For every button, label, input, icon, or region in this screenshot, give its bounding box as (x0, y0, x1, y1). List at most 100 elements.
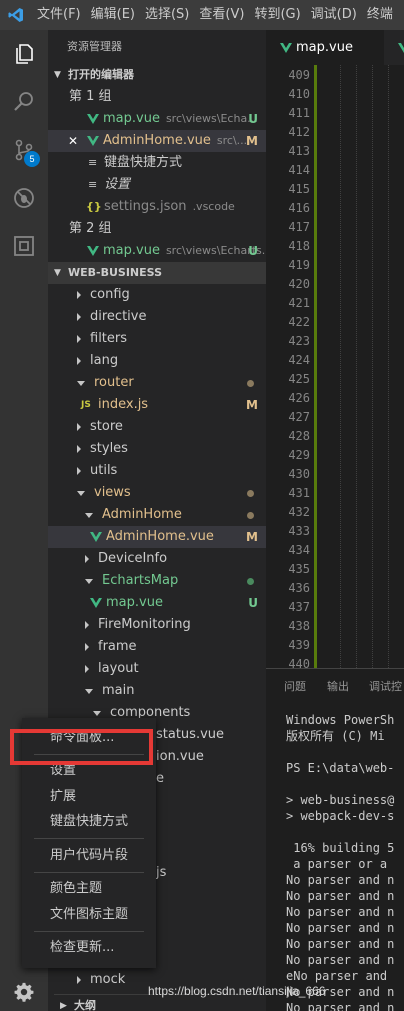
file-name: AdminHome.vue (103, 133, 211, 148)
terminal-line: No parser and n (286, 937, 395, 951)
tree-label: frame (98, 639, 137, 654)
workspace-header[interactable]: ▼ WEB-BUSINESS (48, 262, 266, 284)
terminal-line: No parser and n (286, 1001, 395, 1011)
line-number: 429 (288, 448, 310, 462)
line-number: 440 (288, 657, 310, 668)
tree-file-index-js[interactable]: JS index.js M (48, 394, 266, 416)
tree-folder-deviceinfo[interactable]: DeviceInfo (48, 548, 266, 570)
watermark-text: https://blog.csdn.net/tiansijia_666 (148, 984, 326, 998)
menu-debug[interactable]: 调试(D) (306, 0, 362, 30)
menu-terminal[interactable]: 终端 (362, 0, 398, 30)
chevron-right-icon (77, 291, 81, 299)
tree-label: filters (90, 331, 128, 346)
tab-next[interactable] (388, 30, 404, 65)
tab-debug-console[interactable]: 调试控 (369, 678, 402, 694)
line-number: 410 (288, 87, 310, 101)
line-number: 426 (288, 391, 310, 405)
menu-item-check-updates[interactable]: 检查更新... (22, 935, 156, 961)
open-editor-settings[interactable]: ≡ 设置 (48, 174, 266, 196)
modified-dot (247, 490, 254, 497)
tree-folder-utils[interactable]: utils (48, 460, 266, 482)
tree-label: index.js (98, 397, 149, 412)
open-editors-header[interactable]: ▼ 打开的编辑器 (48, 64, 266, 86)
open-editor-map-vue[interactable]: map.vue src\views\Echa... U (48, 108, 266, 130)
tree-file-map-vue[interactable]: map.vue U (48, 592, 266, 614)
tree-label: AdminHome.vue (106, 529, 214, 544)
group-label: 第 1 组 (48, 86, 266, 108)
git-status: M (246, 530, 258, 544)
list-icon: ≡ (88, 156, 98, 169)
menu-item-file-icon-theme[interactable]: 文件图标主题 (22, 902, 156, 928)
search-icon[interactable] (0, 78, 48, 126)
menu-item-color-theme[interactable]: 颜色主题 (22, 876, 156, 902)
vue-icon (280, 42, 292, 53)
menu-go[interactable]: 转到(G) (249, 0, 305, 30)
tree-folder-router[interactable]: router (48, 372, 266, 394)
menu-edit[interactable]: 编辑(E) (86, 0, 140, 30)
tab-problems[interactable]: 问题 (284, 678, 306, 694)
terminal-line: PS E:\data\web- (286, 761, 395, 775)
tree-folder-firemonitoring[interactable]: FireMonitoring (48, 614, 266, 636)
tree-folder-mock[interactable]: mock (77, 969, 125, 991)
open-editor-settings-json[interactable]: {} settings.json .vscode (48, 196, 266, 218)
menu-item-settings[interactable]: 设置 (22, 758, 156, 784)
line-number: 412 (288, 125, 310, 139)
tree-folder-lang[interactable]: lang (48, 350, 266, 372)
open-editors-label: 打开的编辑器 (68, 68, 134, 81)
tree-file-adminhome-vue[interactable]: AdminHome.vue M (48, 526, 266, 548)
extensions-icon[interactable] (0, 222, 48, 270)
file-path: src\... (216, 134, 248, 147)
menu-item-keyboard-shortcuts[interactable]: 键盘快捷方式 (22, 809, 156, 835)
tree-folder-layout[interactable]: layout (48, 658, 266, 680)
file-path: src\views\Echa... (165, 112, 258, 125)
tree-folder-adminhome[interactable]: AdminHome (48, 504, 266, 526)
menu-view[interactable]: 查看(V) (194, 0, 249, 30)
menu-file[interactable]: 文件(F) (32, 0, 86, 30)
tab-map-vue[interactable]: map.vue (266, 30, 384, 65)
git-status: U (248, 596, 258, 610)
group-label: 第 2 组 (48, 218, 266, 240)
chevron-right-icon (77, 423, 81, 431)
vue-icon (87, 136, 99, 146)
terminal-line: No parser and n (286, 873, 395, 887)
tree-folder-directive[interactable]: directive (48, 306, 266, 328)
tree-label: lang (90, 353, 119, 368)
explorer-icon[interactable] (0, 30, 48, 78)
tree-folder-store[interactable]: store (48, 416, 266, 438)
menu-item-extensions[interactable]: 扩展 (22, 784, 156, 810)
menu-item-command-palette[interactable]: 命令面板... (22, 725, 156, 751)
close-icon[interactable]: ✕ (68, 130, 87, 152)
tree-folder-echartsmap[interactable]: EchartsMap (48, 570, 266, 592)
chevron-right-icon (85, 555, 89, 563)
git-gutter-added (314, 65, 317, 668)
chevron-right-icon (85, 665, 89, 673)
open-editor-keybindings[interactable]: ≡ 键盘快捷方式 (48, 152, 266, 174)
open-editor-adminhome-vue[interactable]: ✕ AdminHome.vue src\... M (48, 130, 266, 152)
debug-icon[interactable] (0, 174, 48, 222)
tree-label: config (90, 287, 130, 302)
code-editor[interactable]: 409 410 411 412 413 414 415 416 417 418 419 420 421 4… (266, 65, 404, 668)
menu-separator (34, 754, 144, 755)
tree-folder-frame[interactable]: frame (48, 636, 266, 658)
menu-selection[interactable]: 选择(S) (140, 0, 194, 30)
line-number: 413 (288, 144, 310, 158)
chevron-right-icon (77, 976, 81, 984)
tree-folder-views[interactable]: views (48, 482, 266, 504)
tree-file-js-partial[interactable]: js (156, 862, 166, 884)
terminal-line: No parser and n (286, 889, 395, 903)
line-number: 419 (288, 258, 310, 272)
tab-output[interactable]: 输出 (327, 678, 349, 694)
source-control-icon[interactable]: 5 (0, 126, 48, 174)
tree-folder-styles[interactable]: styles (48, 438, 266, 460)
tree-folder-main[interactable]: main (48, 680, 266, 702)
tree-folder-filters[interactable]: filters (48, 328, 266, 350)
menu-item-user-snippets[interactable]: 用户代码片段 (22, 843, 156, 869)
tab-label: map.vue (296, 40, 353, 55)
tree-label: status.vue (156, 727, 225, 742)
tree-folder-config[interactable]: config (48, 284, 266, 306)
outline-label: 大纲 (74, 998, 96, 1011)
line-number: 434 (288, 543, 310, 557)
gear-icon[interactable] (0, 972, 48, 1011)
open-editor-map-vue-group2[interactable]: map.vue src\views\Echarts... U (48, 240, 266, 262)
tree-label: ion.vue (156, 749, 204, 764)
